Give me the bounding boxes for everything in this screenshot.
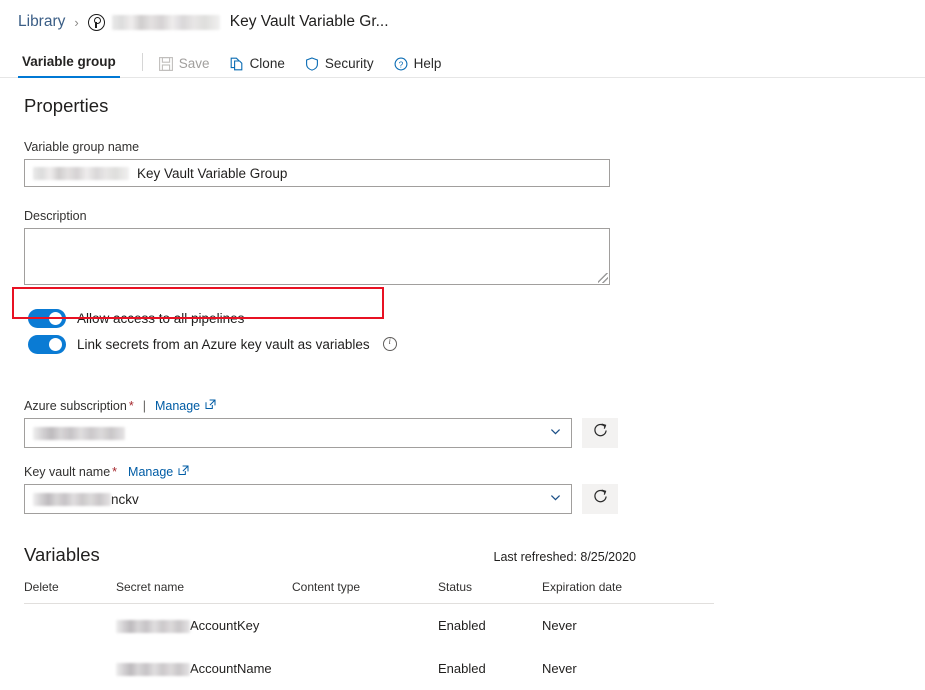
secret-name-redacted-prefix: [116, 620, 190, 634]
key-vault-refresh-button[interactable]: [582, 484, 618, 515]
azure-subscription-row: [24, 418, 925, 449]
clone-icon: [230, 57, 244, 71]
command-bar: Variable group Save Clone Security ? Hel…: [0, 44, 925, 78]
status-cell: Enabled: [438, 618, 486, 634]
link-secrets-toggle[interactable]: [28, 334, 66, 354]
content-type-cell: [292, 647, 438, 690]
save-button[interactable]: Save: [158, 56, 210, 77]
azure-subscription-value-redacted: [33, 426, 125, 440]
azure-subscription-manage-link[interactable]: Manage: [155, 399, 200, 413]
variables-heading: Variables: [24, 544, 100, 566]
external-link-icon: [205, 399, 216, 413]
allow-all-pipelines-label: Allow access to all pipelines: [77, 310, 245, 326]
variables-header: Variables Last refreshed: 8/25/2020: [24, 544, 714, 566]
column-header-secret-name: Secret name: [116, 580, 292, 605]
command-bar-divider: [141, 53, 143, 71]
last-refreshed-text: Last refreshed: 8/25/2020: [493, 550, 636, 565]
security-button[interactable]: Security: [305, 56, 374, 77]
variable-group-name-input[interactable]: Key Vault Variable Group: [24, 159, 610, 188]
variable-group-name-redacted-prefix: [33, 166, 129, 180]
breadcrumb-library-link[interactable]: Library: [18, 13, 65, 31]
chevron-down-icon: [549, 425, 562, 441]
properties-heading: Properties: [24, 95, 109, 116]
variable-group-name-value: Key Vault Variable Group: [137, 165, 288, 181]
svg-text:?: ?: [398, 59, 403, 69]
table-header-row: Delete Secret name Content type Status E…: [24, 580, 714, 605]
variable-group-name-label: Variable group name: [24, 140, 140, 155]
azure-subscription-required-marker: *: [128, 399, 134, 414]
azure-subscription-refresh-button[interactable]: [582, 418, 618, 449]
delete-cell[interactable]: [24, 647, 116, 690]
table-row[interactable]: AccountName Enabled Never: [24, 647, 714, 690]
help-icon: ?: [394, 57, 408, 71]
azure-subscription-label-row: Azure subscription * | Manage: [24, 399, 925, 413]
tab-variable-group[interactable]: Variable group: [18, 54, 120, 78]
link-secrets-toggle-row[interactable]: Link secrets from an Azure key vault as …: [24, 331, 925, 357]
security-button-label: Security: [324, 56, 374, 71]
key-vault-name-dropdown[interactable]: nckv: [24, 484, 572, 515]
key-vault-name-required-marker: *: [112, 465, 118, 480]
key-vault-name-label: Key vault name: [24, 465, 111, 480]
column-header-expiration-date: Expiration date: [542, 580, 714, 605]
variables-table: Delete Secret name Content type Status E…: [24, 580, 714, 690]
help-button-label: Help: [413, 56, 442, 71]
secret-name-cell: AccountName: [116, 647, 292, 690]
key-vault-name-label-row: Key vault name * Manage: [24, 465, 925, 479]
resize-grip-icon[interactable]: [598, 273, 608, 284]
allow-all-pipelines-toggle[interactable]: [28, 308, 66, 328]
chevron-down-icon: [549, 491, 562, 507]
description-label: Description: [24, 209, 87, 224]
delete-cell[interactable]: [24, 604, 116, 648]
key-vault-manage-link[interactable]: Manage: [128, 465, 173, 479]
save-button-label: Save: [178, 56, 210, 71]
column-header-content-type: Content type: [292, 580, 438, 605]
azure-subscription-label: Azure subscription: [24, 399, 127, 414]
clone-button-label: Clone: [249, 56, 285, 71]
expiration-date-cell: Never: [542, 661, 577, 677]
column-header-delete: Delete: [24, 580, 116, 605]
expiration-date-cell: Never: [542, 618, 577, 634]
breadcrumb-project-redacted: [111, 14, 220, 30]
secret-name-value: AccountName: [190, 661, 272, 677]
page-title: Key Vault Variable Gr...: [229, 13, 389, 30]
toggle-knob: [49, 311, 62, 325]
main-content: Properties Variable group name Key Vault…: [0, 94, 925, 690]
secret-name-redacted-prefix: [116, 663, 190, 677]
info-icon[interactable]: [382, 337, 397, 352]
breadcrumb: Library › Key Vault Variable Gr...: [0, 0, 925, 44]
external-link-icon: [178, 465, 189, 479]
link-secrets-label: Link secrets from an Azure key vault as …: [77, 336, 370, 352]
column-header-status: Status: [438, 580, 542, 605]
table-row[interactable]: AccountKey Enabled Never: [24, 604, 714, 648]
help-button[interactable]: ? Help: [394, 56, 442, 77]
save-icon: [158, 56, 173, 71]
toggle-knob: [49, 337, 62, 351]
key-vault-name-row: nckv: [24, 484, 925, 515]
secret-name-cell: AccountKey: [116, 604, 292, 648]
toggle-group: Allow access to all pipelines Link secre…: [24, 305, 925, 357]
azure-subscription-divider: |: [142, 399, 146, 414]
secret-name-value: AccountKey: [190, 618, 260, 634]
variable-group-icon: [87, 13, 105, 31]
clone-button[interactable]: Clone: [230, 56, 285, 77]
description-textarea[interactable]: [24, 228, 610, 286]
tab-active-underline: [18, 76, 120, 78]
azure-subscription-dropdown[interactable]: [24, 418, 572, 449]
shield-icon: [305, 56, 319, 71]
allow-all-pipelines-toggle-row[interactable]: Allow access to all pipelines: [24, 305, 925, 331]
refresh-icon: [592, 422, 609, 444]
refresh-icon: [592, 488, 609, 510]
key-vault-name-redacted-prefix: [33, 492, 111, 506]
key-vault-name-value: nckv: [111, 491, 139, 507]
content-type-cell: [292, 604, 438, 648]
status-cell: Enabled: [438, 661, 486, 677]
tab-variable-group-label: Variable group: [22, 54, 116, 69]
breadcrumb-separator-icon: ›: [74, 14, 79, 30]
